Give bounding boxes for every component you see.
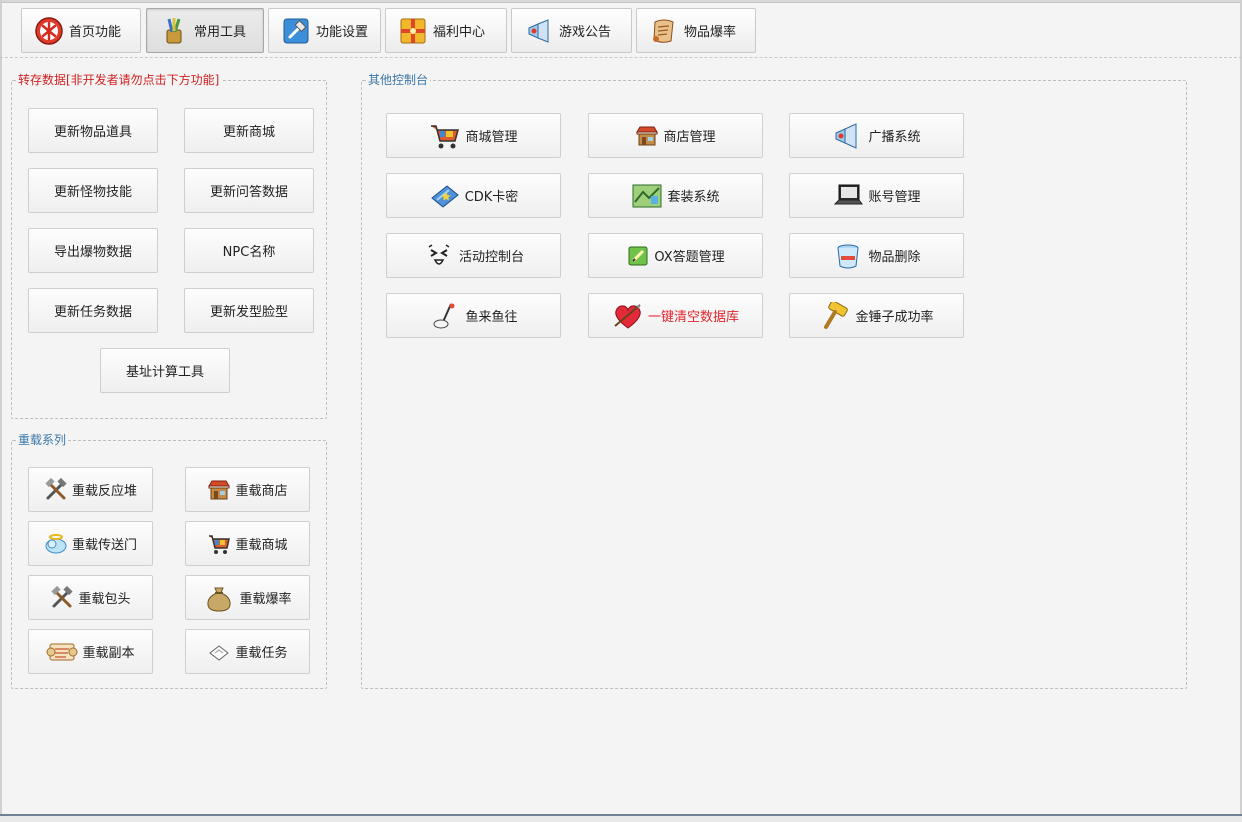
reload-packet-header-label: 重载包头 [78, 592, 131, 607]
reload-reactor-button[interactable]: 重载反应堆 [28, 467, 153, 512]
tab-bar: 首页功能 常用工具 功能设置 福利中心 游戏公告 物品爆率 [0, 3, 1242, 58]
reload-dungeon-button[interactable]: 重载副本 [28, 629, 153, 674]
reload-packet-header-button[interactable]: 重载包头 [28, 575, 153, 620]
shop-manage-label: 商店管理 [663, 130, 716, 145]
account-manage-button[interactable]: 账号管理 [789, 173, 964, 218]
golden-hammer-icon [819, 301, 851, 330]
crossed-tools-icon [44, 477, 68, 502]
shop-manage-button[interactable]: 商店管理 [588, 113, 763, 158]
scroll-icon [649, 16, 679, 46]
tab-home[interactable]: 首页功能 [21, 8, 141, 53]
home-badge-icon [34, 16, 64, 46]
cloud-portal-icon [44, 532, 68, 556]
broadcast-system-button[interactable]: 广播系统 [789, 113, 964, 158]
golden-hammer-rate-label: 金锤子成功率 [855, 310, 934, 325]
megaphone-icon [832, 122, 864, 150]
update-items-button[interactable]: 更新物品道具 [28, 108, 158, 153]
reload-group: 重载系列 重载反应堆 重载商店 重载传送门 重载商城 重载包头 重载爆率 重载副… [11, 433, 327, 689]
update-monster-skills-button[interactable]: 更新怪物技能 [28, 168, 158, 213]
other-console-legend: 其他控制台 [366, 73, 431, 87]
golden-hammer-rate-button[interactable]: 金锤子成功率 [789, 293, 964, 338]
reload-drop-rate-button[interactable]: 重载爆率 [185, 575, 310, 620]
npc-names-button[interactable]: NPC名称 [184, 228, 314, 273]
account-manage-label: 账号管理 [868, 190, 921, 205]
base-address-calc-button[interactable]: 基址计算工具 [100, 348, 230, 393]
item-delete-label: 物品删除 [868, 250, 921, 265]
clear-database-label: 一键清空数据库 [647, 310, 739, 325]
reload-portal-button[interactable]: 重载传送门 [28, 521, 153, 566]
reload-cash-shop-button[interactable]: 重载商城 [185, 521, 310, 566]
tab-feature-settings-label: 功能设置 [316, 25, 369, 40]
outfit-system-label: 套装系统 [667, 190, 720, 205]
tab-game-notice-label: 游戏公告 [559, 25, 612, 40]
megaphone-icon [524, 16, 554, 46]
outfit-system-button[interactable]: 套装系统 [588, 173, 763, 218]
pencil-note-icon [626, 244, 650, 268]
money-bag-icon [203, 584, 235, 612]
reload-portal-label: 重载传送门 [71, 538, 137, 553]
shop-stall-icon [635, 124, 659, 148]
event-console-button[interactable]: 活动控制台 [386, 233, 561, 278]
tab-feature-settings[interactable]: 功能设置 [268, 8, 381, 53]
tools-icon [159, 16, 189, 46]
update-quiz-data-button[interactable]: 更新问答数据 [184, 168, 314, 213]
other-console-group: 其他控制台 商城管理 商店管理 广播系统 CDK卡密 套装系统 账号管理 活动控… [361, 73, 1187, 689]
fishing-icon [429, 302, 461, 330]
tab-home-label: 首页功能 [69, 25, 122, 40]
reload-legend: 重载系列 [16, 433, 69, 447]
reload-shop-label: 重载商店 [235, 484, 288, 499]
cdk-card-label: CDK卡密 [464, 190, 519, 205]
cdk-card-button[interactable]: CDK卡密 [386, 173, 561, 218]
tab-welfare-center-label: 福利中心 [433, 25, 486, 40]
tab-common-tools[interactable]: 常用工具 [146, 8, 264, 53]
settings-hammer-icon [281, 16, 311, 46]
tab-item-drop-rate-label: 物品爆率 [684, 25, 737, 40]
reload-drop-rate-label: 重载爆率 [239, 592, 292, 607]
event-console-label: 活动控制台 [458, 250, 524, 265]
shopping-cart-icon [207, 532, 231, 556]
map-icon [631, 182, 663, 210]
tab-item-drop-rate[interactable]: 物品爆率 [636, 8, 756, 53]
scroll-icon [46, 638, 78, 666]
fishing-label: 鱼来鱼往 [465, 310, 518, 325]
heart-arrow-icon [612, 302, 644, 330]
tab-game-notice[interactable]: 游戏公告 [511, 8, 632, 53]
gift-box-icon [398, 16, 428, 46]
update-quest-data-button[interactable]: 更新任务数据 [28, 288, 158, 333]
export-drop-data-button[interactable]: 导出爆物数据 [28, 228, 158, 273]
reload-reactor-label: 重载反应堆 [71, 484, 137, 499]
window-left-border [0, 0, 2, 822]
card-icon [429, 182, 461, 210]
update-hair-face-button[interactable]: 更新发型脸型 [184, 288, 314, 333]
broadcast-system-label: 广播系统 [868, 130, 921, 145]
reload-shop-button[interactable]: 重载商店 [185, 467, 310, 512]
quest-book-icon [207, 640, 231, 664]
reload-dungeon-label: 重载副本 [82, 646, 135, 661]
ox-quiz-manage-button[interactable]: OX答题管理 [588, 233, 763, 278]
cash-shop-manage-label: 商城管理 [465, 130, 518, 145]
tab-welfare-center[interactable]: 福利中心 [385, 8, 507, 53]
shopping-cart-icon [429, 122, 461, 150]
window-bottom-border [0, 814, 1242, 822]
tab-common-tools-label: 常用工具 [194, 25, 247, 40]
item-delete-button[interactable]: 物品删除 [789, 233, 964, 278]
update-cash-shop-button[interactable]: 更新商城 [184, 108, 314, 153]
ox-quiz-manage-label: OX答题管理 [654, 250, 725, 265]
laptop-icon [832, 182, 864, 210]
dump-data-group: 转存数据[非开发者请勿点击下方功能] 更新物品道具 更新商城 更新怪物技能 更新… [11, 73, 327, 419]
reload-quest-button[interactable]: 重载任务 [185, 629, 310, 674]
dump-data-legend: 转存数据[非开发者请勿点击下方功能] [16, 73, 222, 87]
trash-can-icon [832, 242, 864, 270]
fishing-button[interactable]: 鱼来鱼往 [386, 293, 561, 338]
shop-stall-icon [207, 478, 231, 502]
crossed-tools-icon [50, 585, 74, 610]
cash-shop-manage-button[interactable]: 商城管理 [386, 113, 561, 158]
clear-database-button[interactable]: 一键清空数据库 [588, 293, 763, 338]
face-icon [423, 242, 455, 270]
reload-quest-label: 重载任务 [235, 646, 288, 661]
reload-cash-shop-label: 重载商城 [235, 538, 288, 553]
